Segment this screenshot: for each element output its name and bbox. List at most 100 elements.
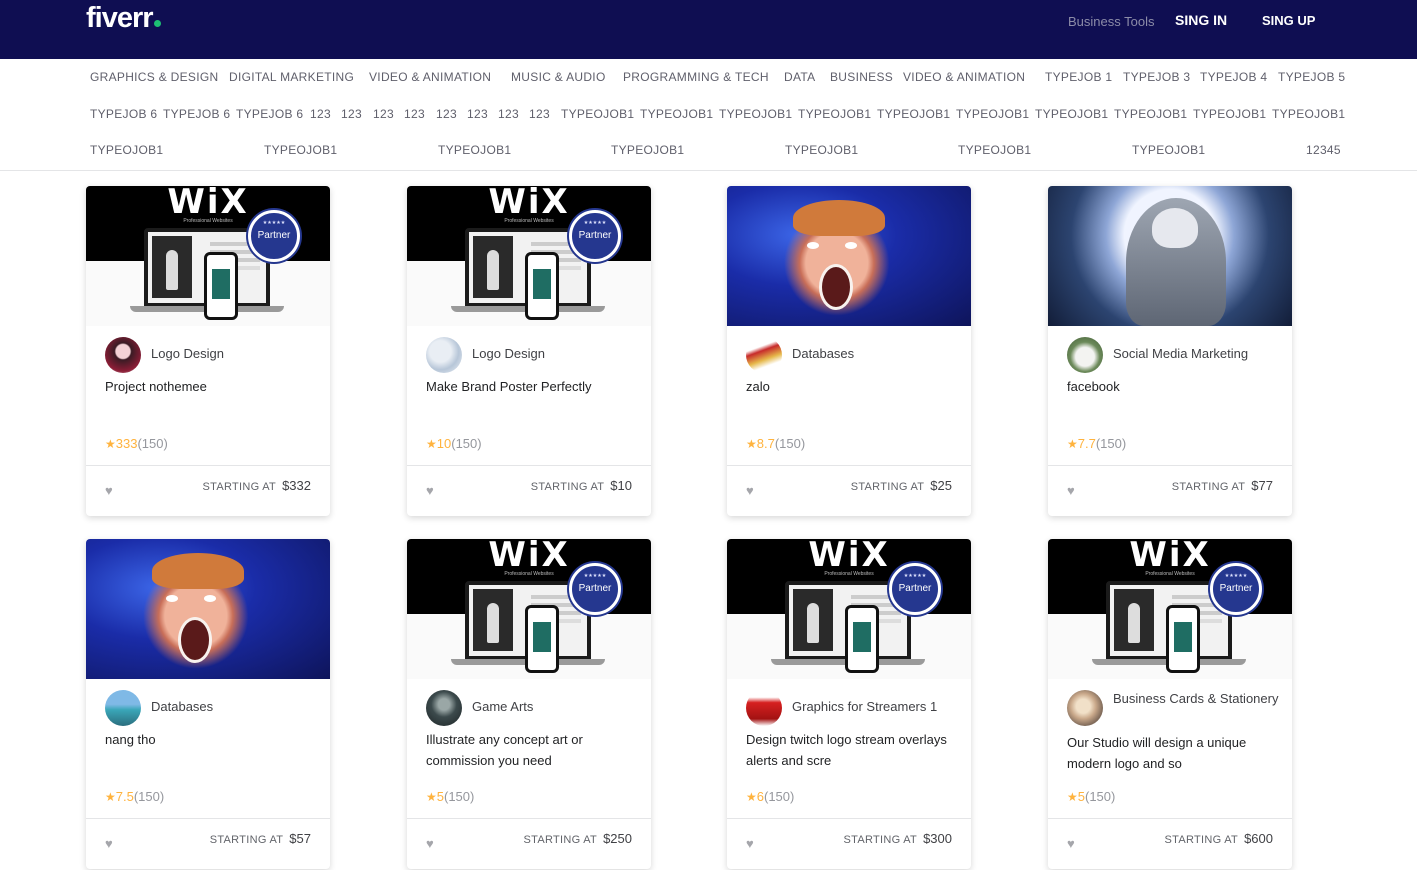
gig-rating: ★8.7(150) xyxy=(746,436,805,451)
heart-icon[interactable]: ♥ xyxy=(426,837,434,850)
design-avatar[interactable] xyxy=(426,337,462,373)
starting-at-label: STARTING AT xyxy=(209,834,284,846)
gig-card[interactable]: Social Media Marketing facebook ★7.7(150… xyxy=(1048,186,1292,516)
gig-title[interactable]: facebook xyxy=(1067,376,1277,397)
gig-title[interactable]: zalo xyxy=(746,376,956,397)
gig-category[interactable]: Graphics for Streamers 1 xyxy=(792,699,937,714)
category-link-row2-5[interactable]: 123 xyxy=(341,107,362,121)
collage-avatar[interactable] xyxy=(1067,690,1103,726)
category-link-row3-8[interactable]: 12345 xyxy=(1306,143,1341,157)
category-link-row1-7[interactable]: BUSINESS xyxy=(830,70,893,84)
gig-image[interactable]: WiX Professional Websites ★★★★★ Partner xyxy=(86,186,330,326)
category-link-row2-3[interactable]: TYPEJOB 6 xyxy=(236,107,303,121)
category-link-row3-3[interactable]: TYPEOJOB1 xyxy=(438,143,511,157)
gig-category[interactable]: Databases xyxy=(151,699,213,714)
gig-card[interactable]: WiX Professional Websites ★★★★★ Partner L… xyxy=(407,186,651,516)
category-link-row1-8[interactable]: VIDEO & ANIMATION xyxy=(903,70,1025,84)
figure-avatar[interactable] xyxy=(746,337,782,373)
category-link-row1-3[interactable]: VIDEO & ANIMATION xyxy=(369,70,491,84)
category-link-row2-20[interactable]: TYPEOJOB1 xyxy=(1193,107,1266,121)
gig-card[interactable]: WiX Professional Websites ★★★★★ Partner G… xyxy=(407,539,651,869)
sign-up-link[interactable]: SING UP xyxy=(1262,13,1315,28)
category-link-row1-11[interactable]: TYPEJOB 4 xyxy=(1200,70,1267,84)
gig-category[interactable]: Game Arts xyxy=(472,699,533,714)
category-link-row2-16[interactable]: TYPEOJOB1 xyxy=(877,107,950,121)
starting-price: STARTING AT $600 xyxy=(1164,830,1273,848)
category-link-row1-6[interactable]: DATA xyxy=(784,70,815,84)
heart-icon[interactable]: ♥ xyxy=(426,484,434,497)
category-link-row2-13[interactable]: TYPEOJOB1 xyxy=(640,107,713,121)
dark-avatar[interactable] xyxy=(426,690,462,726)
gig-image[interactable] xyxy=(1048,186,1292,326)
category-link-row2-7[interactable]: 123 xyxy=(404,107,425,121)
gig-title[interactable]: Our Studio will design a unique modern l… xyxy=(1067,732,1277,774)
category-link-row2-14[interactable]: TYPEOJOB1 xyxy=(719,107,792,121)
gig-category[interactable]: Logo Design xyxy=(472,346,545,361)
gig-image[interactable]: WiX Professional Websites ★★★★★ Partner xyxy=(407,186,651,326)
business-tools-link[interactable]: Business Tools xyxy=(1068,14,1154,29)
category-link-row2-18[interactable]: TYPEOJOB1 xyxy=(1035,107,1108,121)
gig-category[interactable]: Databases xyxy=(792,346,854,361)
gig-card[interactable]: WiX Professional Websites ★★★★★ Partner L… xyxy=(86,186,330,516)
anime-avatar[interactable] xyxy=(105,337,141,373)
gig-card[interactable]: WiX Professional Websites ★★★★★ Partner G… xyxy=(727,539,971,869)
category-link-row2-15[interactable]: TYPEOJOB1 xyxy=(798,107,871,121)
gig-card[interactable]: Databases nang tho ★7.5(150) ♥ STARTING … xyxy=(86,539,330,869)
card-divider xyxy=(727,818,971,819)
category-link-row1-4[interactable]: MUSIC & AUDIO xyxy=(511,70,606,84)
category-link-row2-4[interactable]: 123 xyxy=(310,107,331,121)
heart-icon[interactable]: ♥ xyxy=(1067,484,1075,497)
category-link-row3-6[interactable]: TYPEOJOB1 xyxy=(958,143,1031,157)
gig-title[interactable]: Illustrate any concept art or commission… xyxy=(426,729,636,771)
category-link-row3-5[interactable]: TYPEOJOB1 xyxy=(785,143,858,157)
category-link-row2-8[interactable]: 123 xyxy=(436,107,457,121)
heart-icon[interactable]: ♥ xyxy=(1067,837,1075,850)
category-link-row1-1[interactable]: GRAPHICS & DESIGN xyxy=(90,70,218,84)
gig-title[interactable]: Make Brand Poster Perfectly xyxy=(426,376,636,397)
category-link-row1-10[interactable]: TYPEJOB 3 xyxy=(1123,70,1190,84)
category-link-row2-10[interactable]: 123 xyxy=(498,107,519,121)
category-link-row2-9[interactable]: 123 xyxy=(467,107,488,121)
gig-image[interactable]: WiX Professional Websites ★★★★★ Partner xyxy=(727,539,971,679)
category-link-row2-19[interactable]: TYPEOJOB1 xyxy=(1114,107,1187,121)
heart-icon[interactable]: ♥ xyxy=(105,484,113,497)
category-link-row3-7[interactable]: TYPEOJOB1 xyxy=(1132,143,1205,157)
gig-image[interactable] xyxy=(727,186,971,326)
category-link-row3-1[interactable]: TYPEOJOB1 xyxy=(90,143,163,157)
gig-image[interactable]: WiX Professional Websites ★★★★★ Partner xyxy=(407,539,651,679)
gig-card[interactable]: WiX Professional Websites ★★★★★ Partner B… xyxy=(1048,539,1292,869)
gig-title[interactable]: Design twitch logo stream overlays alert… xyxy=(746,729,956,771)
category-link-row3-2[interactable]: TYPEOJOB1 xyxy=(264,143,337,157)
category-link-row2-12[interactable]: TYPEOJOB1 xyxy=(561,107,634,121)
heart-icon[interactable]: ♥ xyxy=(746,837,754,850)
category-link-row1-9[interactable]: TYPEJOB 1 xyxy=(1045,70,1112,84)
category-link-row1-2[interactable]: DIGITAL MARKETING xyxy=(229,70,354,84)
category-link-row1-12[interactable]: TYPEJOB 5 xyxy=(1278,70,1345,84)
gig-image[interactable]: WiX Professional Websites ★★★★★ Partner xyxy=(1048,539,1292,679)
lake-avatar[interactable] xyxy=(105,690,141,726)
category-link-row2-6[interactable]: 123 xyxy=(373,107,394,121)
category-link-row2-11[interactable]: 123 xyxy=(529,107,550,121)
fiverr-logo[interactable]: fiverr xyxy=(86,2,161,35)
category-link-row3-4[interactable]: TYPEOJOB1 xyxy=(611,143,684,157)
category-link-row2-1[interactable]: TYPEJOB 6 xyxy=(90,107,157,121)
gig-category[interactable]: Logo Design xyxy=(151,346,224,361)
gig-title[interactable]: Project nothemee xyxy=(105,376,315,397)
goat-avatar[interactable] xyxy=(1067,337,1103,373)
gig-title[interactable]: nang tho xyxy=(105,729,315,750)
review-count: (150) xyxy=(137,436,168,451)
top-header: fiverr Business Tools SING IN SING UP xyxy=(0,0,1417,59)
heart-icon[interactable]: ♥ xyxy=(105,837,113,850)
gig-category[interactable]: Social Media Marketing xyxy=(1113,346,1248,361)
category-link-row1-5[interactable]: PROGRAMMING & TECH xyxy=(623,70,769,84)
review-count: (150) xyxy=(1095,436,1127,451)
category-link-row2-21[interactable]: TYPEOJOB1 xyxy=(1272,107,1345,121)
gig-category[interactable]: Business Cards & Stationery xyxy=(1113,689,1283,709)
heart-icon[interactable]: ♥ xyxy=(746,484,754,497)
sign-in-link[interactable]: SING IN xyxy=(1175,12,1227,28)
gig-card[interactable]: Databases zalo ★8.7(150) ♥ STARTING AT $2… xyxy=(727,186,971,516)
category-link-row2-17[interactable]: TYPEOJOB1 xyxy=(956,107,1029,121)
red-dress-avatar[interactable] xyxy=(746,690,782,726)
gig-image[interactable] xyxy=(86,539,330,679)
category-link-row2-2[interactable]: TYPEJOB 6 xyxy=(163,107,230,121)
